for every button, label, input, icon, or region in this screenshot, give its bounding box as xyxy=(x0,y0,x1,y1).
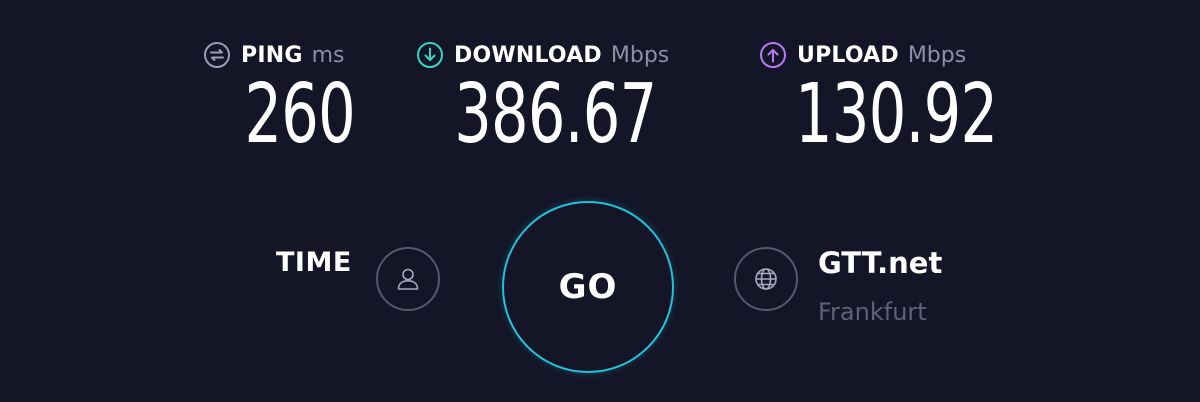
go-label: GO xyxy=(558,267,618,307)
download-label: DOWNLOAD xyxy=(454,42,602,68)
upload-label: UPLOAD xyxy=(797,42,899,68)
upload-arrow-icon xyxy=(759,41,787,69)
ping-label: PING xyxy=(241,42,303,68)
download-unit: Mbps xyxy=(610,42,670,68)
ping-unit: ms xyxy=(311,42,345,68)
change-server-button[interactable] xyxy=(734,247,798,311)
ping-icon xyxy=(203,41,231,69)
server-provider-name[interactable]: GTT.net xyxy=(818,246,942,280)
user-profile-button[interactable] xyxy=(376,247,440,311)
ping-value: 260 xyxy=(244,67,355,162)
download-arrow-icon xyxy=(416,41,444,69)
user-icon xyxy=(393,264,423,294)
globe-icon xyxy=(751,264,781,294)
upload-value: 130.92 xyxy=(795,67,998,162)
time-label: TIME xyxy=(276,247,352,278)
download-value: 386.67 xyxy=(454,67,657,162)
server-location: Frankfurt xyxy=(818,298,927,326)
go-button[interactable]: GO xyxy=(502,201,674,373)
upload-unit: Mbps xyxy=(907,42,967,68)
